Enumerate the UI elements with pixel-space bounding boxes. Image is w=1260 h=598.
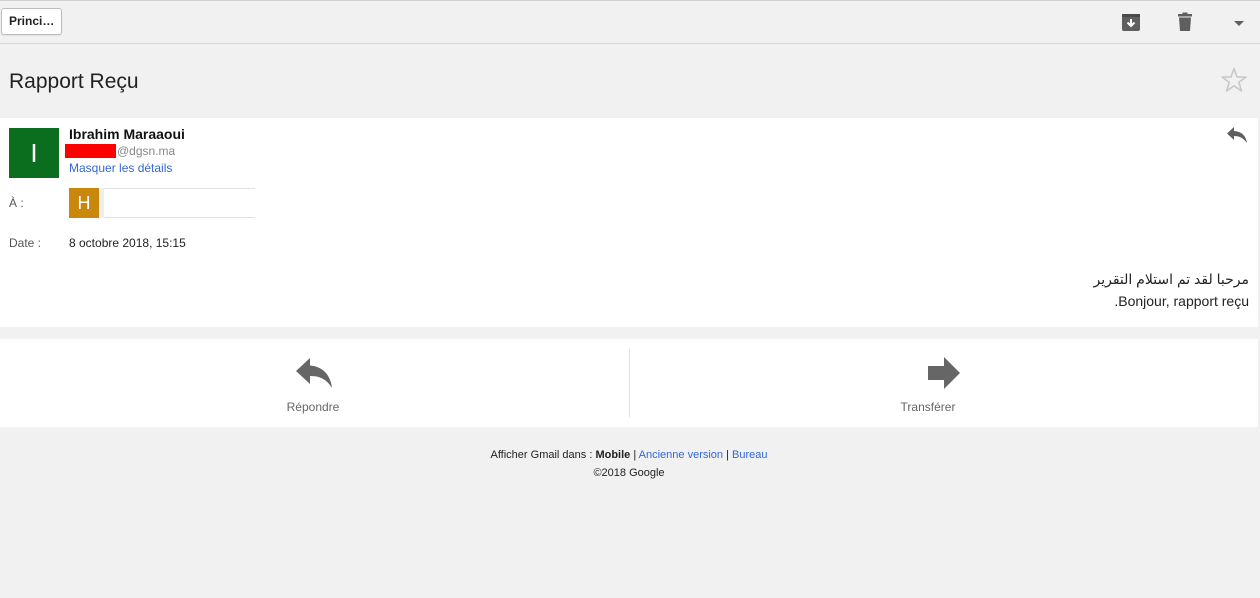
sender-email-domain: @dgsn.ma xyxy=(117,144,176,158)
recipient-avatar: H xyxy=(69,188,99,218)
redacted-email-local-part xyxy=(65,144,116,158)
action-bar: Répondre Transférer xyxy=(0,339,1258,427)
reply-icon xyxy=(296,358,332,388)
forward-button[interactable]: Transférer xyxy=(630,339,1258,427)
archive-icon[interactable] xyxy=(1121,12,1141,32)
back-button[interactable]: Princi… xyxy=(1,8,62,35)
reply-label: Répondre xyxy=(286,400,340,414)
footer-prefix: Afficher Gmail dans : xyxy=(490,449,596,461)
reply-button[interactable]: Répondre xyxy=(0,339,628,427)
message-body: مرحبا لقد تم استلام التقرير Bonjour, rap… xyxy=(649,268,1249,312)
body-line-french: Bonjour, rapport reçu. xyxy=(1114,293,1249,309)
date-label: Date : xyxy=(9,236,42,250)
copyright: ©2018 Google xyxy=(593,467,665,479)
forward-label: Transférer xyxy=(900,400,956,414)
desktop-link[interactable]: Bureau xyxy=(732,449,767,461)
recipient-chip-divider xyxy=(99,188,104,218)
sender-avatar: I xyxy=(9,128,59,178)
footer-separator: | xyxy=(630,449,639,461)
footer-separator: | xyxy=(723,449,733,461)
forward-arrow-icon xyxy=(928,357,960,389)
trash-icon[interactable] xyxy=(1175,12,1195,32)
hide-details-link[interactable]: Masquer les détails xyxy=(69,161,172,175)
star-icon[interactable] xyxy=(1220,66,1248,94)
caret-down-icon[interactable] xyxy=(1229,14,1249,34)
footer-view-links: Afficher Gmail dans : Mobile | Ancienne … xyxy=(0,449,1258,461)
to-label: À : xyxy=(9,196,24,210)
email-subject: Rapport Reçu xyxy=(9,70,139,93)
body-line-arabic: مرحبا لقد تم استلام التقرير xyxy=(1093,271,1249,287)
old-version-link[interactable]: Ancienne version xyxy=(639,449,723,461)
top-toolbar: Princi… xyxy=(0,0,1260,44)
footer-mobile-current: Mobile xyxy=(595,449,631,461)
reply-icon[interactable] xyxy=(1226,126,1248,144)
date-value: 8 octobre 2018, 15:15 xyxy=(69,236,186,250)
message-card: I Ibrahim Maraaoui @dgsn.ma Masquer les … xyxy=(0,118,1258,327)
sender-name: Ibrahim Maraaoui xyxy=(69,126,185,142)
